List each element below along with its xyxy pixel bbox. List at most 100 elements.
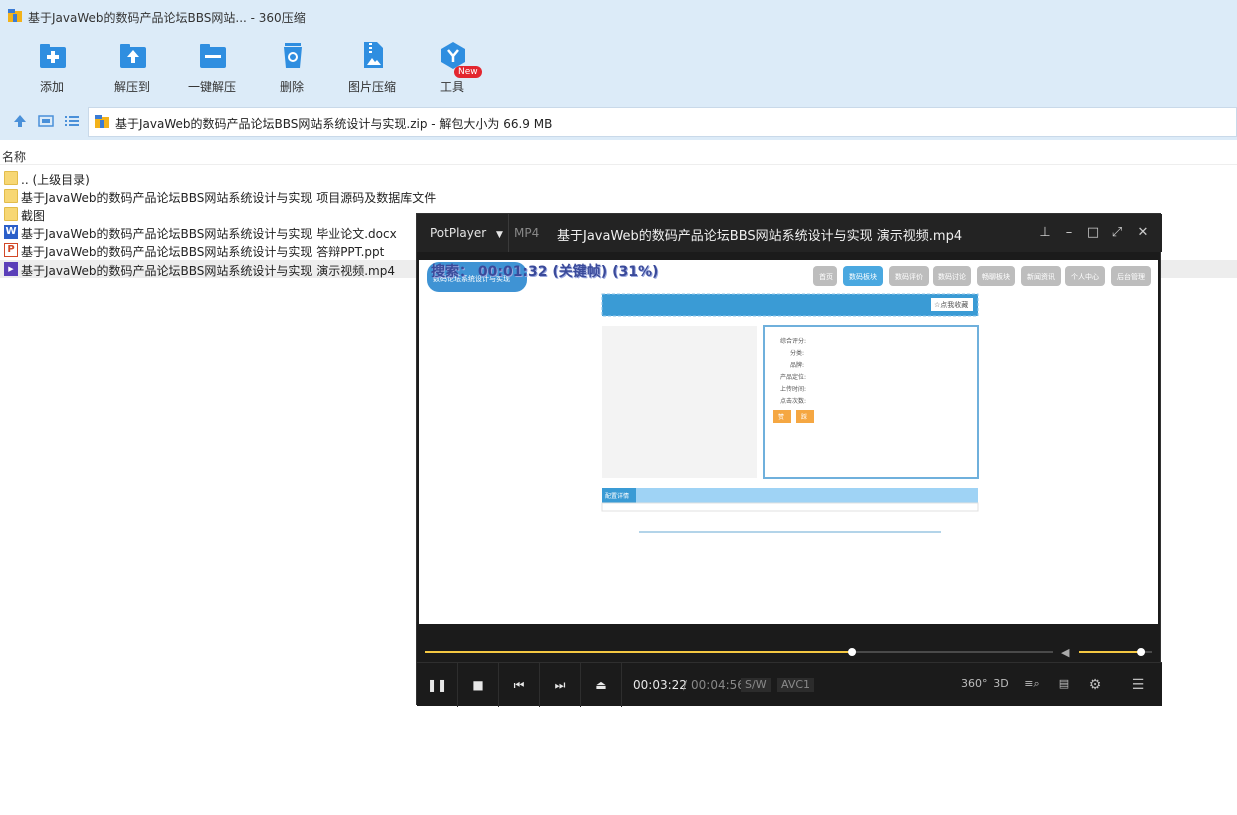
total-time: 00:04:56 xyxy=(691,678,745,692)
volume-knob[interactable] xyxy=(1137,648,1146,656)
path-field[interactable]: 基于JavaWeb的数码产品论坛BBS网站系统设计与实现.zip - 解包大小为… xyxy=(88,107,1237,137)
one-click-extract-button[interactable]: 一键解压 xyxy=(174,38,250,98)
add-button[interactable]: 添加 xyxy=(14,38,90,98)
video-btn-b-label: 踩 xyxy=(801,414,807,421)
image-compress-button[interactable]: 图片压缩 xyxy=(334,38,410,98)
decoder-tag[interactable]: S/W xyxy=(741,678,771,692)
up-arrow-icon[interactable] xyxy=(12,114,28,128)
pin-icon[interactable]: ⊥ xyxy=(1037,225,1053,241)
video-field-label: 分类: xyxy=(790,349,804,357)
archive-window: 基于JavaWeb的数码产品论坛BBS网站... - 360压缩 添加 解压到 xyxy=(0,0,1237,815)
list-header: 名称 xyxy=(0,145,1237,165)
extract-to-button[interactable]: 解压到 xyxy=(94,38,170,98)
column-name[interactable]: 名称 xyxy=(2,148,26,165)
menu-icon[interactable]: ☰ xyxy=(1129,677,1147,693)
toolbar: 添加 解压到 一键解压 删除 图片压缩 工具 New xyxy=(0,32,1237,102)
list-item-name: .. (上级目录) xyxy=(21,173,90,187)
trash-icon xyxy=(284,43,302,68)
video-detail-body xyxy=(601,502,979,512)
path-text: 基于JavaWeb的数码产品论坛BBS网站系统设计与实现.zip - 解包大小为… xyxy=(115,117,553,131)
current-time: 00:03:22 xyxy=(633,678,687,692)
video-field-label: 产品定位: xyxy=(780,373,806,381)
seek-bar[interactable]: ◀ xyxy=(417,642,1162,662)
folder-icon xyxy=(4,171,18,185)
3d-icon[interactable]: 3D xyxy=(992,677,1010,693)
eject-button[interactable]: ⏏ xyxy=(581,663,622,707)
folder-icon xyxy=(4,207,18,221)
window-title: 基于JavaWeb的数码产品论坛BBS网站... - 360压缩 xyxy=(28,11,306,25)
close-icon[interactable]: ✕ xyxy=(1135,225,1151,241)
video-nav: 首页 数码板块 数码评价 数码讨论 畅聊板块 新闻资讯 个人中心 后台管理 xyxy=(813,266,1151,286)
list-item-name: 基于JavaWeb的数码产品论坛BBS网站系统设计与实现 演示视频.mp4 xyxy=(21,264,395,278)
video-file-icon: ▶ xyxy=(4,262,18,276)
zip-file-icon xyxy=(95,115,109,128)
video-banner xyxy=(601,293,979,317)
view-list-icon[interactable] xyxy=(64,114,80,128)
video-nav-label: 数码评价 xyxy=(895,272,923,281)
video-nav-label: 后台管理 xyxy=(1117,272,1145,281)
stop-icon: ■ xyxy=(472,678,484,692)
pause-icon: ❚❚ xyxy=(426,678,448,692)
time-separator: / xyxy=(683,678,688,692)
previous-button[interactable]: ⏮ xyxy=(499,663,540,707)
list-item-name: 基于JavaWeb的数码产品论坛BBS网站系统设计与实现 项目源码及数据库文件 xyxy=(21,191,437,205)
video-nav-label: 数码讨论 xyxy=(938,272,966,281)
list-item-name: 截图 xyxy=(21,209,46,223)
codec-tag[interactable]: AVC1 xyxy=(777,678,815,692)
video-nav-label: 个人中心 xyxy=(1071,272,1099,281)
list-item-name: 基于JavaWeb的数码产品论坛BBS网站系统设计与实现 毕业论文.docx xyxy=(21,227,397,241)
video-field-label: 上传时间: xyxy=(780,385,806,393)
chapter-icon[interactable]: ▤ xyxy=(1055,677,1073,693)
title-bar: 基于JavaWeb的数码产品论坛BBS网站... - 360压缩 xyxy=(0,0,1237,32)
add-icon xyxy=(40,44,66,68)
eject-icon: ⏏ xyxy=(595,678,607,692)
video-field-label: 品牌: xyxy=(790,361,804,369)
360-icon[interactable]: 360° xyxy=(961,677,988,693)
maximize-icon[interactable]: □ xyxy=(1085,225,1101,241)
one-click-extract-label: 一键解压 xyxy=(187,80,236,94)
video-nav-label: 首页 xyxy=(819,272,833,281)
video-field-label: 点击次数: xyxy=(780,397,806,405)
tools-label: 工具 xyxy=(439,80,464,94)
video-nav-label: 新闻资讯 xyxy=(1027,272,1055,281)
video-field-label: 综合评分: xyxy=(780,337,806,345)
player-format: MP4 xyxy=(514,226,540,240)
previous-icon: ⏮ xyxy=(513,678,525,692)
video-image-placeholder xyxy=(602,326,757,478)
settings-icon[interactable]: ⚙ xyxy=(1086,677,1104,693)
video-nav-label: 畅聊板块 xyxy=(982,272,1010,281)
player-filename: 基于JavaWeb的数码产品论坛BBS网站系统设计与实现 演示视频.mp4 xyxy=(557,229,963,244)
extract-to-label: 解压到 xyxy=(113,80,150,94)
folder-icon xyxy=(4,189,18,203)
view-thumbnail-icon[interactable] xyxy=(38,114,54,128)
fullscreen-icon[interactable]: ⤢ xyxy=(1109,225,1125,241)
player-title-bar: PotPlayer ▼ MP4 基于JavaWeb的数码产品论坛BBS网站系统设… xyxy=(417,214,1162,252)
video-detail-label: 配置详情 xyxy=(605,492,629,500)
control-bar: ❚❚ ■ ⏮ ⏭ ⏏ 00:03:22 / 00:04:56 S/W AVC1 … xyxy=(417,662,1162,707)
ppt-icon: P xyxy=(4,243,18,257)
extract-to-icon xyxy=(120,44,146,68)
player-menu-button[interactable]: PotPlayer ▼ xyxy=(417,214,509,252)
playlist-search-icon[interactable]: ≡⌕ xyxy=(1023,677,1041,693)
video-nav-label: 数码板块 xyxy=(849,272,877,281)
image-compress-icon xyxy=(364,42,383,68)
stop-button[interactable]: ■ xyxy=(458,663,499,707)
pause-button[interactable]: ❚❚ xyxy=(417,663,458,707)
next-button[interactable]: ⏭ xyxy=(540,663,581,707)
one-click-extract-icon xyxy=(200,44,226,68)
add-label: 添加 xyxy=(39,80,64,94)
next-icon: ⏭ xyxy=(554,678,566,692)
video-content: 数码论坛系统设计与实现 首页 数码板块 数码评价 数码讨论 畅聊板块 新闻资讯 … xyxy=(419,260,1158,624)
minimize-icon[interactable]: – xyxy=(1061,225,1077,241)
video-detail-bar xyxy=(602,488,978,503)
app-icon xyxy=(8,9,22,22)
video-frame[interactable]: 数码论坛系统设计与实现 首页 数码板块 数码评价 数码讨论 畅聊板块 新闻资讯 … xyxy=(419,260,1158,624)
seek-knob[interactable] xyxy=(848,648,857,656)
list-item[interactable]: 基于JavaWeb的数码产品论坛BBS网站系统设计与实现 项目源码及数据库文件 xyxy=(0,187,1237,205)
delete-button[interactable]: 删除 xyxy=(254,38,330,98)
list-item[interactable]: .. (上级目录) xyxy=(0,169,1237,187)
potplayer-window: PotPlayer ▼ MP4 基于JavaWeb的数码产品论坛BBS网站系统设… xyxy=(416,213,1162,707)
word-doc-icon: W xyxy=(4,225,18,239)
player-brand: PotPlayer xyxy=(430,226,487,240)
video-btn-a-label: 赞 xyxy=(778,413,784,421)
